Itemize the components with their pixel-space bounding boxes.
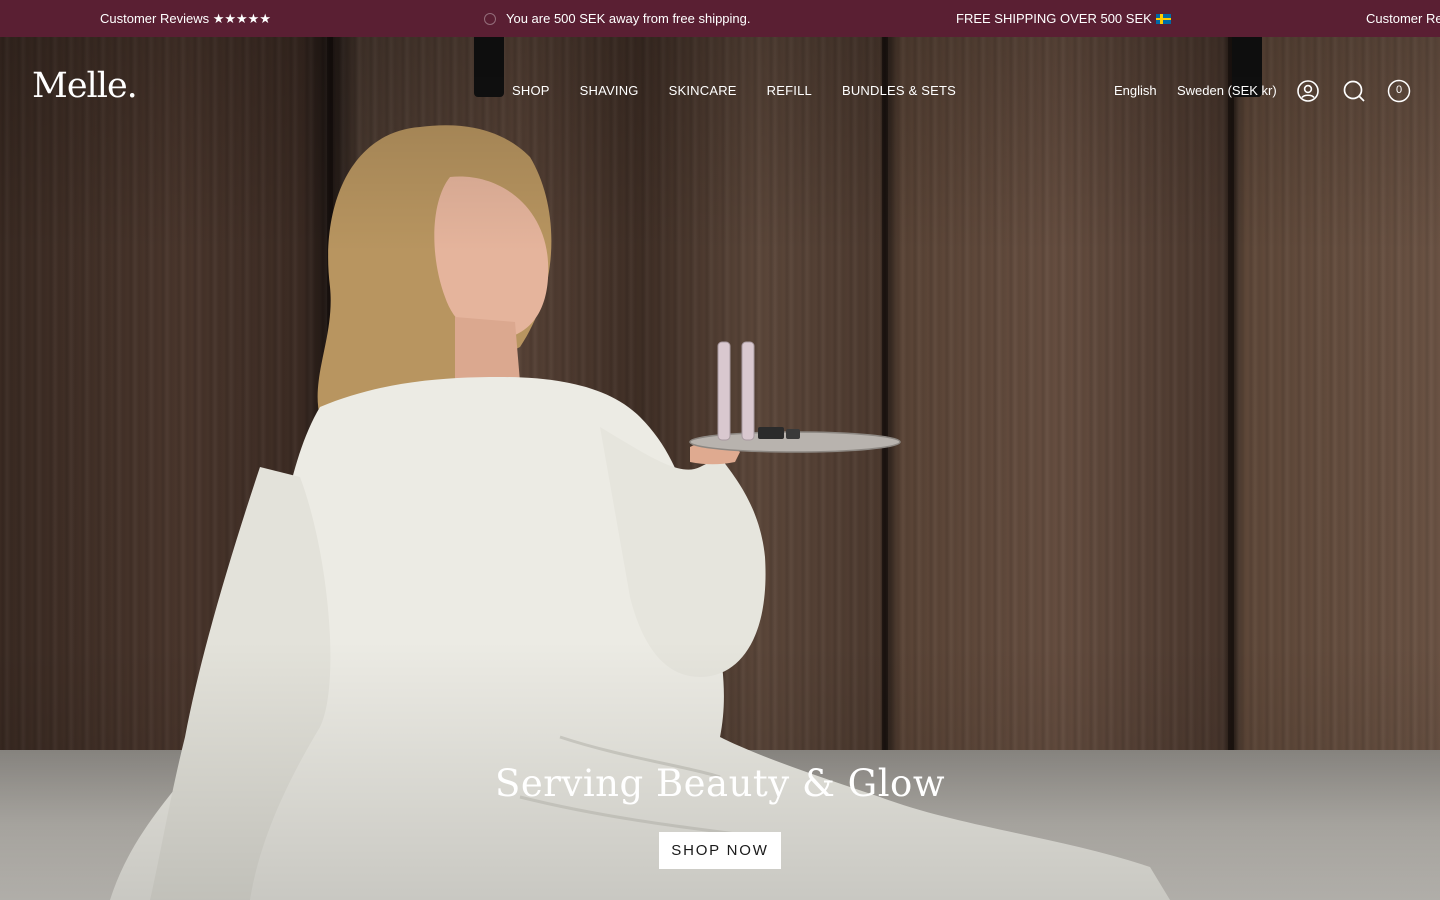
- cart-count-badge: 0: [1395, 84, 1403, 96]
- language-selector[interactable]: English: [1114, 83, 1157, 98]
- nav-item-bundles-sets[interactable]: BUNDLES & SETS: [842, 83, 956, 98]
- announcement-reviews-link-repeat[interactable]: Customer Re: [1366, 0, 1440, 37]
- cart-button[interactable]: 0: [1387, 79, 1411, 103]
- search-icon: [1343, 80, 1365, 102]
- nav-item-skincare[interactable]: SKINCARE: [669, 83, 737, 98]
- site-header: Melle. SHOP SHAVING SKINCARE REFILL BUND…: [0, 37, 1440, 145]
- sweden-flag-icon: [1155, 14, 1171, 24]
- account-icon: [1297, 80, 1319, 102]
- site-logo[interactable]: Melle.: [32, 69, 138, 104]
- main-navigation: SHOP SHAVING SKINCARE REFILL BUNDLES & S…: [512, 83, 986, 98]
- shop-now-button[interactable]: SHOP NOW: [659, 832, 781, 869]
- announcement-shipping-progress: You are 500 SEK away from free shipping.: [484, 0, 751, 37]
- announcement-free-shipping: FREE SHIPPING OVER 500 SEK: [956, 0, 1171, 37]
- free-shipping-text: FREE SHIPPING OVER 500 SEK: [956, 11, 1152, 26]
- hero-title: Serving Beauty & Glow: [495, 762, 945, 805]
- shipping-progress-icon: [484, 13, 496, 25]
- search-button[interactable]: [1342, 79, 1366, 103]
- nav-item-refill[interactable]: REFILL: [767, 83, 812, 98]
- nav-item-shop[interactable]: SHOP: [512, 83, 550, 98]
- announcement-bar: Customer Reviews ★★★★★ You are 500 SEK a…: [0, 0, 1440, 37]
- country-currency-selector[interactable]: Sweden (SEK kr): [1177, 83, 1277, 98]
- shipping-progress-text: You are 500 SEK away from free shipping.: [506, 11, 751, 26]
- nav-item-shaving[interactable]: SHAVING: [580, 83, 639, 98]
- account-button[interactable]: [1296, 79, 1320, 103]
- announcement-reviews-link[interactable]: Customer Reviews ★★★★★: [100, 0, 271, 37]
